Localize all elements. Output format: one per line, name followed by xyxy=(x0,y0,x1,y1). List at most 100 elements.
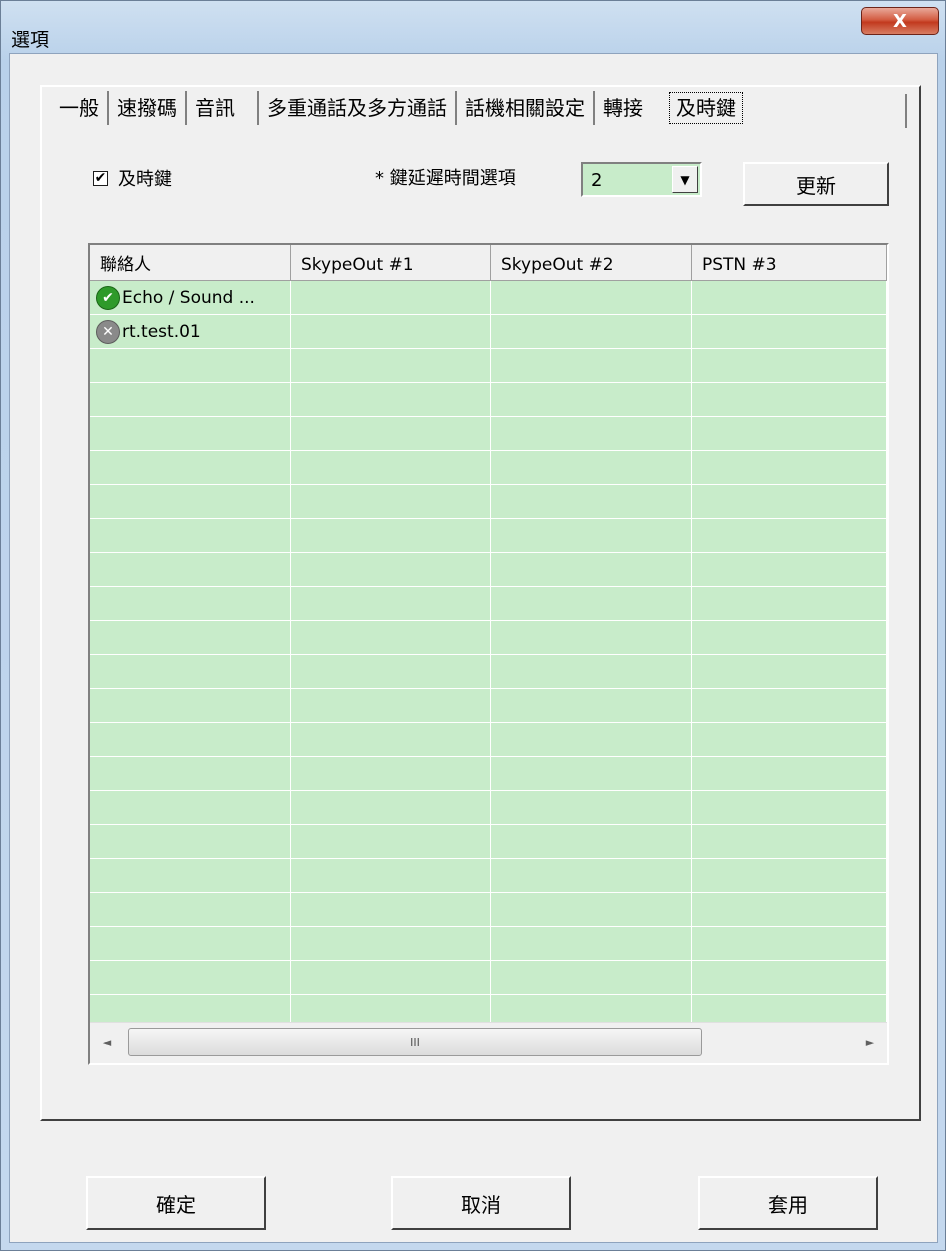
empty-table-row[interactable] xyxy=(90,621,887,655)
contact-cell[interactable]: ✕ rt.test.01 xyxy=(90,315,291,348)
tab-transfer[interactable]: 轉接 xyxy=(595,91,651,125)
column-header-skypeout-2[interactable]: SkypeOut #2 xyxy=(491,245,692,280)
skypeout-2-cell[interactable] xyxy=(491,315,692,348)
empty-table-row[interactable] xyxy=(90,383,887,417)
contact-cell[interactable] xyxy=(90,689,291,722)
contact-cell[interactable] xyxy=(90,995,291,1023)
pstn-3-cell[interactable] xyxy=(692,927,887,960)
refresh-button[interactable]: 更新 xyxy=(743,162,889,206)
skypeout-2-cell[interactable] xyxy=(491,689,692,722)
empty-table-row[interactable] xyxy=(90,757,887,791)
empty-table-row[interactable] xyxy=(90,995,887,1023)
pstn-3-cell[interactable] xyxy=(692,553,887,586)
empty-table-row[interactable] xyxy=(90,451,887,485)
skypeout-2-cell[interactable] xyxy=(491,927,692,960)
scroll-thumb[interactable]: III xyxy=(128,1028,702,1056)
empty-table-row[interactable] xyxy=(90,553,887,587)
skypeout-1-cell[interactable] xyxy=(291,893,491,926)
empty-table-row[interactable] xyxy=(90,723,887,757)
tab-multi-call[interactable]: 多重通話及多方通話 xyxy=(259,91,457,125)
empty-table-row[interactable] xyxy=(90,485,887,519)
skypeout-2-cell[interactable] xyxy=(491,553,692,586)
skypeout-1-cell[interactable] xyxy=(291,961,491,994)
empty-table-row[interactable] xyxy=(90,655,887,689)
pstn-3-cell[interactable] xyxy=(692,315,887,348)
contact-cell[interactable] xyxy=(90,349,291,382)
skypeout-2-cell[interactable] xyxy=(491,995,692,1023)
column-header-skypeout-1[interactable]: SkypeOut #1 xyxy=(291,245,491,280)
column-header-contact[interactable]: 聯絡人 xyxy=(90,245,291,280)
pstn-3-cell[interactable] xyxy=(692,757,887,790)
contact-cell[interactable] xyxy=(90,553,291,586)
tab-audio[interactable]: 音訊 xyxy=(187,91,259,125)
contact-cell[interactable] xyxy=(90,655,291,688)
contact-cell[interactable] xyxy=(90,621,291,654)
empty-table-row[interactable] xyxy=(90,587,887,621)
skypeout-1-cell[interactable] xyxy=(291,757,491,790)
skypeout-1-cell[interactable] xyxy=(291,655,491,688)
empty-table-row[interactable] xyxy=(90,927,887,961)
skypeout-2-cell[interactable] xyxy=(491,723,692,756)
ok-button[interactable]: 確定 xyxy=(86,1176,266,1230)
tab-speed-dial[interactable]: 速撥碼 xyxy=(109,91,187,125)
empty-table-row[interactable] xyxy=(90,519,887,553)
empty-table-row[interactable] xyxy=(90,893,887,927)
pstn-3-cell[interactable] xyxy=(692,859,887,892)
contact-cell[interactable] xyxy=(90,927,291,960)
skypeout-2-cell[interactable] xyxy=(491,621,692,654)
skypeout-1-cell[interactable] xyxy=(291,825,491,858)
skypeout-2-cell[interactable] xyxy=(491,587,692,620)
delay-select[interactable]: 2 ▼ xyxy=(581,162,702,197)
contact-cell[interactable]: ✔ Echo / Sound ... xyxy=(90,281,291,314)
pstn-3-cell[interactable] xyxy=(692,961,887,994)
empty-table-row[interactable] xyxy=(90,689,887,723)
skypeout-1-cell[interactable] xyxy=(291,485,491,518)
skypeout-1-cell[interactable] xyxy=(291,587,491,620)
apply-button[interactable]: 套用 xyxy=(698,1176,878,1230)
skypeout-1-cell[interactable] xyxy=(291,791,491,824)
skypeout-2-cell[interactable] xyxy=(491,485,692,518)
pstn-3-cell[interactable] xyxy=(692,281,887,314)
table-row[interactable]: ✕ rt.test.01 xyxy=(90,315,887,349)
pstn-3-cell[interactable] xyxy=(692,995,887,1023)
skypeout-1-cell[interactable] xyxy=(291,451,491,484)
skypeout-1-cell[interactable] xyxy=(291,315,491,348)
scroll-right-icon[interactable]: ► xyxy=(859,1031,881,1053)
contact-cell[interactable] xyxy=(90,757,291,790)
skypeout-2-cell[interactable] xyxy=(491,961,692,994)
empty-table-row[interactable] xyxy=(90,417,887,451)
contact-cell[interactable] xyxy=(90,417,291,450)
skypeout-1-cell[interactable] xyxy=(291,995,491,1023)
checkbox-check-icon[interactable]: ✔ xyxy=(93,170,108,186)
skypeout-1-cell[interactable] xyxy=(291,349,491,382)
pstn-3-cell[interactable] xyxy=(692,723,887,756)
pstn-3-cell[interactable] xyxy=(692,417,887,450)
table-row[interactable]: ✔ Echo / Sound ... xyxy=(90,281,887,315)
skypeout-2-cell[interactable] xyxy=(491,791,692,824)
pstn-3-cell[interactable] xyxy=(692,689,887,722)
skypeout-1-cell[interactable] xyxy=(291,417,491,450)
pstn-3-cell[interactable] xyxy=(692,791,887,824)
skypeout-2-cell[interactable] xyxy=(491,451,692,484)
empty-table-row[interactable] xyxy=(90,961,887,995)
pstn-3-cell[interactable] xyxy=(692,383,887,416)
skypeout-2-cell[interactable] xyxy=(491,757,692,790)
skypeout-2-cell[interactable] xyxy=(491,655,692,688)
skypeout-2-cell[interactable] xyxy=(491,417,692,450)
skypeout-1-cell[interactable] xyxy=(291,383,491,416)
skypeout-2-cell[interactable] xyxy=(491,519,692,552)
contact-cell[interactable] xyxy=(90,961,291,994)
skypeout-1-cell[interactable] xyxy=(291,689,491,722)
pstn-3-cell[interactable] xyxy=(692,587,887,620)
scroll-left-icon[interactable]: ◄ xyxy=(96,1031,118,1053)
pstn-3-cell[interactable] xyxy=(692,893,887,926)
pstn-3-cell[interactable] xyxy=(692,621,887,654)
pstn-3-cell[interactable] xyxy=(692,349,887,382)
skypeout-1-cell[interactable] xyxy=(291,927,491,960)
skypeout-1-cell[interactable] xyxy=(291,553,491,586)
skypeout-2-cell[interactable] xyxy=(491,349,692,382)
contact-cell[interactable] xyxy=(90,451,291,484)
tab-general[interactable]: 一般 xyxy=(51,91,109,125)
tab-hotkeys[interactable]: 及時鍵 xyxy=(669,92,743,124)
empty-table-row[interactable] xyxy=(90,859,887,893)
